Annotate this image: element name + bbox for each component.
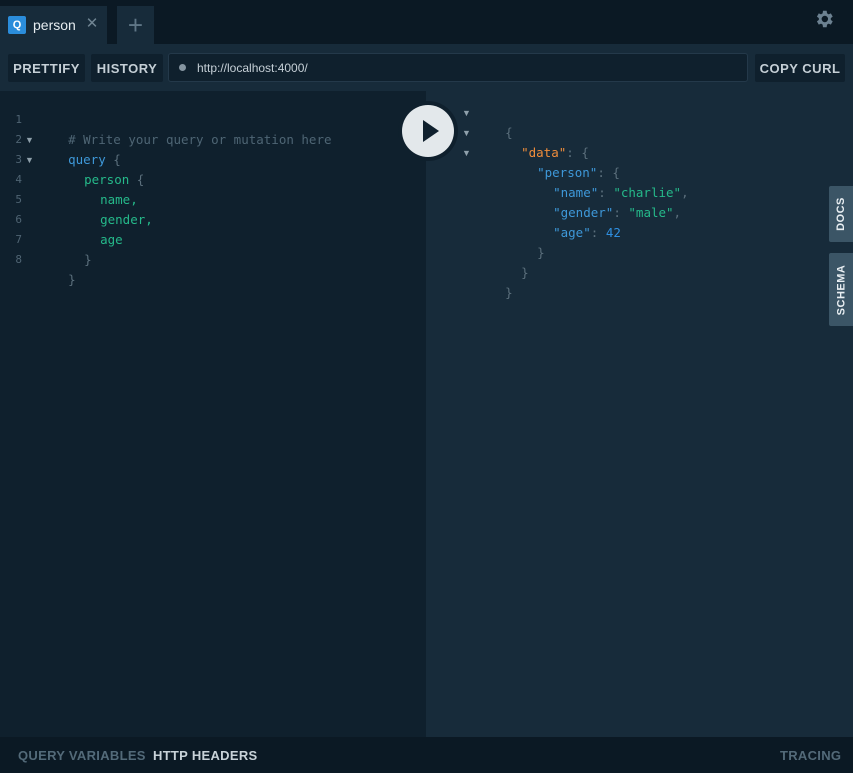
brace: } (68, 272, 76, 287)
tracing-tab[interactable]: TRACING (780, 748, 841, 763)
copy-curl-button[interactable]: COPY CURL (755, 54, 845, 82)
history-button[interactable]: HISTORY (91, 54, 163, 82)
add-tab-button[interactable]: + (117, 6, 154, 44)
endpoint-url-text: http://localhost:4000/ (197, 60, 308, 75)
result-line: } (507, 223, 545, 260)
schema-tab[interactable]: SCHEMA (829, 253, 853, 326)
result-line: "data": { (521, 145, 589, 160)
toolbar: PRETTIFY HISTORY http://localhost:4000/ … (0, 44, 853, 91)
code-line-5: gender, (70, 190, 153, 227)
docs-tab-label: DOCS (835, 197, 847, 231)
play-icon (423, 120, 439, 142)
result-line: "name": "charlie", (553, 185, 689, 200)
prettify-button[interactable]: PRETTIFY (8, 54, 85, 82)
close-icon[interactable]: ✕ (84, 16, 100, 32)
result-line: "age": 42 (553, 225, 621, 240)
result-viewer[interactable]: ▼ ▼ ▼ { "data": { "person": { "name": "c… (426, 91, 853, 737)
docs-tab[interactable]: DOCS (829, 186, 853, 242)
line-number: 7 (15, 233, 22, 246)
tab-label: person (33, 17, 76, 33)
line-number: 6 (15, 213, 22, 226)
result-line: "gender": "male", (553, 205, 682, 220)
age-field: age (100, 232, 123, 247)
tab-person[interactable]: Q person ✕ (0, 6, 107, 44)
result-line: } (475, 263, 513, 300)
run-button-face (402, 105, 454, 157)
caret-down-icon[interactable]: ▼ (462, 103, 471, 123)
status-dot-icon (179, 64, 186, 71)
schema-tab-label: SCHEMA (835, 264, 848, 315)
code-line-3: person { (54, 150, 144, 187)
run-query-button[interactable] (398, 101, 458, 161)
line-number: 2 (15, 133, 22, 146)
line-number: 3 (15, 153, 22, 166)
query-badge-icon: Q (8, 16, 26, 34)
result-line: { (475, 103, 513, 140)
caret-down-icon[interactable]: ▼ (462, 123, 471, 143)
age-value: 42 (605, 225, 621, 240)
code-line-8: } (38, 250, 76, 287)
brace: } (84, 252, 92, 267)
query-editor[interactable]: 1 2 3 4 5 6 7 8 ▼ ▼ # Write your query o… (0, 91, 426, 737)
line-number: 5 (15, 193, 22, 206)
caret-down-icon[interactable]: ▼ (25, 130, 34, 150)
bottom-bar: QUERY VARIABLES HTTP HEADERS TRACING (0, 737, 853, 773)
query-variables-tab[interactable]: QUERY VARIABLES (18, 748, 146, 763)
age-key: "age" (553, 225, 591, 240)
code-line-4: name, (70, 170, 138, 207)
brace: } (537, 245, 545, 260)
code-line-6: age (70, 210, 123, 247)
http-headers-tab[interactable]: HTTP HEADERS (153, 748, 257, 763)
gender-value: "male" (628, 205, 674, 220)
line-number: 4 (15, 173, 22, 186)
gear-icon[interactable] (813, 8, 835, 30)
tab-bar: Q person ✕ + (0, 0, 853, 44)
result-line: "person": { (537, 165, 620, 180)
code-line-7: } (54, 230, 92, 267)
caret-down-icon[interactable]: ▼ (25, 150, 34, 170)
line-number: 1 (15, 113, 22, 126)
code-line-1: # Write your query or mutation here (38, 110, 331, 147)
endpoint-url-input[interactable]: http://localhost:4000/ (168, 53, 748, 82)
line-number: 8 (15, 253, 22, 266)
brace: } (505, 285, 513, 300)
code-line-2: query { (38, 130, 121, 167)
caret-down-icon[interactable]: ▼ (462, 143, 471, 163)
brace: } (521, 265, 529, 280)
result-line: } (491, 243, 529, 280)
